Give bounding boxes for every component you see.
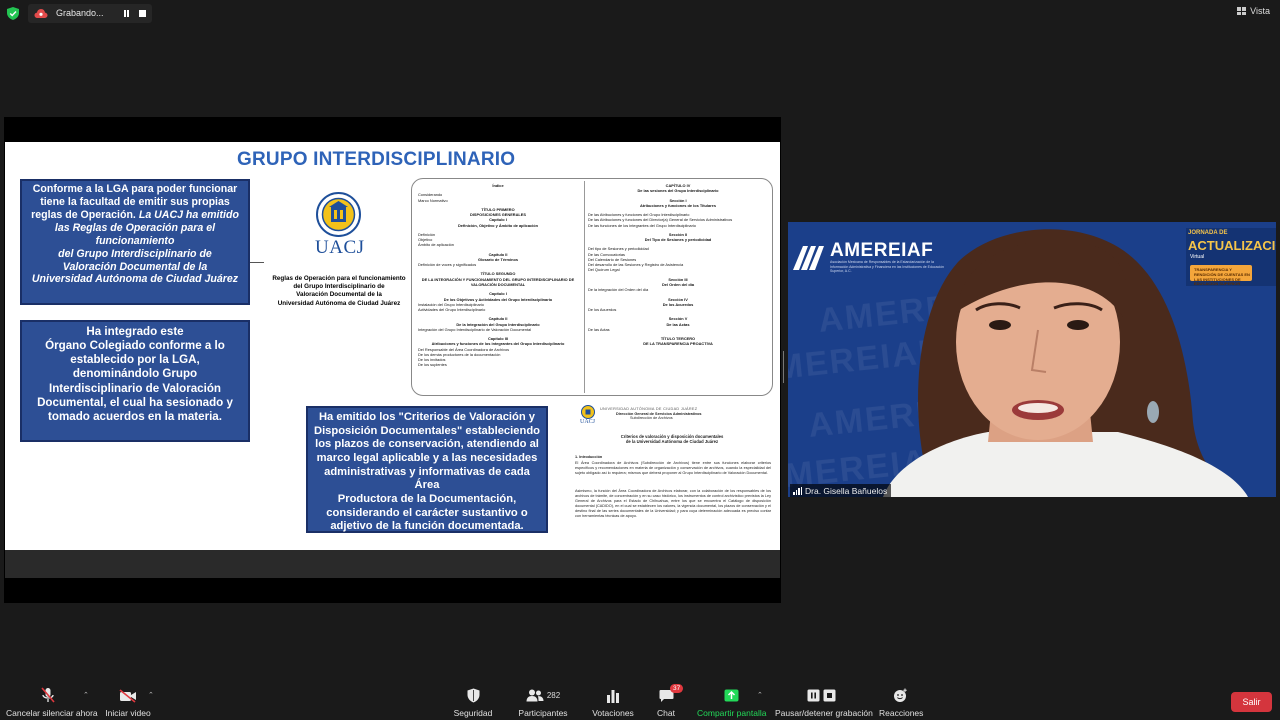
recording-indicator: Grabando... [28,4,152,23]
chat-button[interactable]: 37 Chat [652,684,684,718]
share-screen-button[interactable]: Compartir pantalla [697,687,766,718]
chat-unread-badge: 37 [670,684,684,693]
rules-index-document: Índice Considerando Marco Normativo TÍTULO … [411,178,773,396]
participant-name: Dra. Gisella Bañuelos [805,485,888,496]
reactions-smiley-icon [893,688,907,702]
split-view-resize-handle[interactable] [783,351,786,383]
leave-meeting-button[interactable]: Salir [1231,692,1272,712]
recording-label: Grabando... [56,8,104,18]
stop-recording-button[interactable] [139,10,146,17]
polls-bar-chart-icon [607,689,619,703]
connector-line [250,262,264,263]
presentation-slide: GRUPO INTERDISCIPLINARIO Conforme a la L… [5,142,780,550]
index-entry: DE LA TRANSPARENCIA PROACTIVA [643,341,713,347]
pause-recording-button[interactable] [122,9,132,19]
meeting-toolbar: Cancelar silenciar ahora ⌃ Iniciar video… [0,680,1280,720]
share-options-caret-icon[interactable]: ⌃ [757,691,763,699]
view-grid-icon [1237,7,1247,15]
zoom-meeting-window: Grabando... Vista GRUPO INTERDISCIPLINAR… [0,0,1280,720]
participant-video-tile[interactable]: AMEREIAF AMEREIAF AMEREIAF AMEREIAF AMER… [788,222,1276,497]
text-box-operating-rules: Conforme a la LGA para poder funcionar t… [20,179,250,305]
index-entry: Atribuciones y funciones de los integran… [431,341,565,347]
audio-options-caret-icon[interactable]: ⌃ [83,691,89,699]
index-column-divider [584,181,585,393]
shared-screen[interactable]: GRUPO INTERDISCIPLINARIO Conforme a la L… [4,117,781,603]
security-shield-icon [467,688,479,703]
participants-button[interactable]: 282 Participantes [514,687,572,718]
uacj-mini-logo-text: UACJ [580,419,596,425]
stop-icon [823,689,835,702]
slide-bottom-bar [5,550,780,578]
pause-icon [807,689,819,702]
polls-button[interactable]: Votaciones [591,687,635,718]
view-button[interactable]: Vista [1237,6,1270,16]
participant-name-tag: Dra. Gisella Bañuelos [790,484,892,497]
participants-count: 282 [546,691,561,700]
view-label: Vista [1250,6,1270,16]
video-options-caret-icon[interactable]: ⌃ [148,691,154,699]
uacj-logo-text: UACJ [315,237,365,258]
connection-signal-icon [793,486,802,495]
uacj-seal-logo [316,192,361,237]
criteria-document-title: Criterios de valoración y disposición do… [620,434,724,445]
rules-document-caption: Reglas de Operación para el funcionamien… [272,275,406,307]
share-screen-arrow-icon [724,689,738,702]
encryption-shield-icon[interactable] [7,7,19,20]
pause-stop-recording-button[interactable]: Pausar/detener grabación [775,687,873,718]
unmute-button[interactable]: Cancelar silenciar ahora [6,687,98,718]
text-box-collegiate-body: Ha integrado este Órgano Colegiado confo… [20,320,250,442]
text-box-criteria: Ha emitido los "Criterios de Valoración … [306,406,548,533]
start-video-button[interactable]: Iniciar video [102,687,154,718]
cloud-recording-icon [34,9,48,18]
index-left-column: Índice Considerando Marco Normativo TÍTULO … [418,183,578,368]
index-entry: De los suplentes [418,362,447,368]
uacj-mini-seal-logo [581,405,595,419]
index-right-column: CAPÍTULO IV De las sesiones del Grupo Int… [588,183,768,347]
participant-video-feed [883,229,1248,497]
video-off-icon [119,688,136,703]
participants-icon [526,689,544,702]
criteria-document: UACJ UNIVERSIDAD AUTÓNOMA DE CIUDAD JUÁR… [570,404,776,542]
security-button[interactable]: Seguridad [448,687,498,718]
reactions-button[interactable]: Reacciones [879,687,923,718]
slide-title: GRUPO INTERDISCIPLINARIO [237,149,516,170]
microphone-muted-icon [41,687,55,703]
top-bar: Grabando... Vista [0,0,1280,26]
